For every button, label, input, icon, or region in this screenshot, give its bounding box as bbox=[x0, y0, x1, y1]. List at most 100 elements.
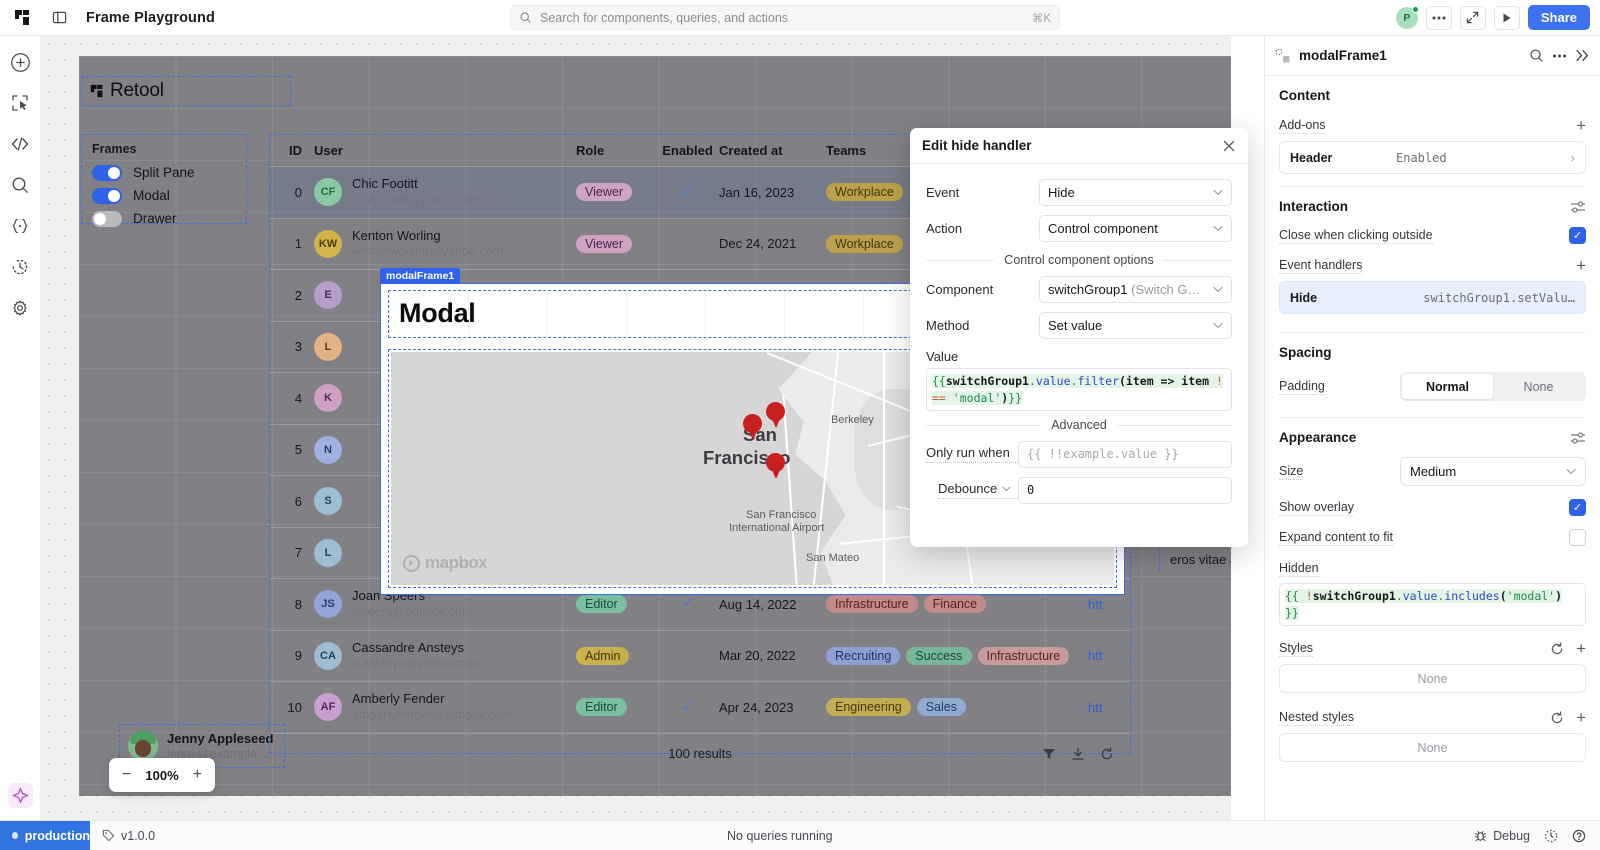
frames-switch-modal[interactable]: Modal bbox=[92, 184, 236, 207]
table-row[interactable]: 9 CA Cassandre Ansteys c.ansteys@yahoo.com A… bbox=[270, 631, 1130, 682]
addon-row-header[interactable]: Header Enabled › bbox=[1279, 141, 1586, 174]
select-tool-icon[interactable] bbox=[8, 91, 32, 115]
column-header-enabled[interactable]: Enabled bbox=[656, 143, 719, 158]
frames-switch-split-pane[interactable]: Split Pane bbox=[92, 161, 236, 184]
expand-content-checkbox[interactable] bbox=[1569, 529, 1586, 546]
toggle-panel-icon[interactable] bbox=[44, 10, 74, 25]
profile-name: Jenny Appleseed bbox=[167, 731, 274, 746]
size-select[interactable]: Medium bbox=[1400, 457, 1586, 486]
code-icon[interactable] bbox=[8, 132, 32, 156]
add-component-icon[interactable] bbox=[8, 50, 32, 74]
mapbox-attribution[interactable]: mapbox bbox=[403, 553, 488, 573]
cell-created-at: Mar 20, 2022 bbox=[719, 648, 796, 664]
map-pin[interactable] bbox=[743, 414, 762, 440]
switch-modal[interactable] bbox=[92, 187, 122, 204]
only-run-when-input[interactable]: {{ !!example.value }} bbox=[1018, 440, 1232, 468]
padding-option-none[interactable]: None bbox=[1493, 374, 1584, 399]
retool-logo-icon[interactable] bbox=[0, 9, 44, 26]
reset-icon[interactable] bbox=[1550, 642, 1564, 656]
cell-link[interactable]: htt bbox=[1088, 700, 1122, 715]
environment-badge[interactable]: production bbox=[0, 820, 90, 850]
column-header-id[interactable]: ID bbox=[278, 143, 314, 158]
more-icon[interactable] bbox=[1552, 54, 1567, 58]
left-rail bbox=[0, 36, 41, 820]
map-label: San Francisco bbox=[746, 509, 817, 521]
method-select[interactable]: Set value bbox=[1039, 311, 1232, 339]
cell-user: KW Kenton Worling kentonworling@yahoo.com bbox=[314, 228, 576, 260]
cell-user: CA Cassandre Ansteys c.ansteys@yahoo.com bbox=[314, 640, 576, 672]
section-content: Content bbox=[1279, 88, 1330, 103]
cell-id: 6 bbox=[294, 493, 302, 509]
search-icon[interactable] bbox=[1529, 48, 1544, 63]
chevron-down-icon bbox=[1213, 225, 1223, 231]
value-code-input[interactable]: {{switchGroup1.value.filter(item => item… bbox=[926, 368, 1232, 412]
cell-created-at: Apr 24, 2023 bbox=[719, 699, 794, 715]
close-outside-checkbox[interactable]: ✓ bbox=[1569, 227, 1586, 244]
debug-button[interactable]: Debug bbox=[1474, 829, 1530, 843]
frames-switch-drawer[interactable]: Drawer bbox=[92, 207, 236, 230]
debounce-input[interactable]: 0 bbox=[1018, 476, 1232, 504]
avatar[interactable]: P bbox=[1395, 5, 1419, 29]
team-badge: Workplace bbox=[826, 183, 903, 202]
map-pin[interactable] bbox=[766, 453, 785, 479]
sliders-icon[interactable] bbox=[1570, 431, 1586, 445]
role-badge: Admin bbox=[576, 646, 630, 665]
zoom-in-button[interactable]: + bbox=[193, 766, 202, 784]
reset-icon[interactable] bbox=[1550, 711, 1564, 725]
event-select[interactable]: Hide bbox=[1039, 178, 1232, 206]
column-header-created[interactable]: Created at bbox=[719, 143, 826, 158]
column-header-user[interactable]: User bbox=[314, 143, 576, 158]
switch-split-pane[interactable] bbox=[92, 164, 122, 181]
nested-styles-value[interactable]: None bbox=[1279, 733, 1586, 763]
sliders-icon[interactable] bbox=[1570, 200, 1586, 214]
app-header[interactable]: Retool bbox=[81, 76, 291, 106]
add-nested-style-button[interactable]: + bbox=[1576, 709, 1586, 726]
close-icon[interactable] bbox=[1222, 139, 1236, 153]
cell-link[interactable]: htt bbox=[1088, 648, 1122, 663]
state-icon[interactable] bbox=[8, 214, 32, 238]
version-badge[interactable]: v1.0.0 bbox=[102, 829, 155, 843]
search-input[interactable]: Search for components, queries, and acti… bbox=[510, 5, 1060, 30]
map-pin[interactable] bbox=[766, 402, 785, 428]
close-outside-label: Close when clicking outside bbox=[1279, 227, 1433, 244]
help-icon[interactable] bbox=[1572, 829, 1586, 843]
dialog-body: Event Hide Action Control component Cont… bbox=[910, 164, 1248, 508]
settings-icon[interactable] bbox=[8, 296, 32, 320]
padding-segmented-control[interactable]: Normal None bbox=[1400, 372, 1586, 401]
history-icon[interactable] bbox=[8, 255, 32, 279]
add-addon-button[interactable]: + bbox=[1576, 117, 1586, 134]
padding-option-normal[interactable]: Normal bbox=[1402, 374, 1493, 399]
zoom-control[interactable]: − 100% + bbox=[109, 758, 215, 792]
share-button[interactable]: Share bbox=[1527, 5, 1590, 30]
section-spacing: Spacing bbox=[1279, 345, 1332, 360]
add-event-handler-button[interactable]: + bbox=[1576, 257, 1586, 274]
action-select[interactable]: Control component bbox=[1039, 214, 1232, 242]
cell-user: CF Chic Footitt chic.footitt@yahoo.com bbox=[314, 176, 576, 208]
switch-drawer[interactable] bbox=[92, 210, 122, 227]
cell-link[interactable]: htt bbox=[1088, 597, 1122, 612]
cell-id: 4 bbox=[294, 390, 302, 406]
edit-handler-dialog[interactable]: Edit hide handler Event Hide Action Cont… bbox=[910, 128, 1248, 547]
field-event: Event Hide bbox=[926, 174, 1232, 210]
add-style-button[interactable]: + bbox=[1576, 640, 1586, 657]
search-icon[interactable] bbox=[8, 173, 32, 197]
cell-role: Editor bbox=[576, 595, 656, 614]
download-icon bbox=[1072, 747, 1084, 760]
column-header-role[interactable]: Role bbox=[576, 143, 656, 158]
ai-sparkle-icon[interactable] bbox=[8, 783, 33, 808]
role-badge: Viewer bbox=[576, 183, 632, 202]
show-overlay-checkbox[interactable]: ✓ bbox=[1569, 499, 1586, 516]
more-button[interactable] bbox=[1425, 5, 1452, 30]
zoom-out-button[interactable]: − bbox=[122, 766, 131, 784]
styles-value[interactable]: None bbox=[1279, 664, 1586, 694]
preview-button[interactable] bbox=[1493, 5, 1520, 30]
fullscreen-button[interactable] bbox=[1459, 5, 1486, 30]
event-handler-value: switchGroup1.setValu… bbox=[1423, 290, 1575, 305]
cell-created-at: Aug 14, 2022 bbox=[719, 596, 797, 612]
component-select[interactable]: switchGroup1 (Switch G… bbox=[1039, 275, 1232, 303]
collapse-right-icon[interactable] bbox=[1575, 49, 1590, 62]
hidden-code-input[interactable]: {{ !switchGroup1.value.includes('modal')… bbox=[1279, 583, 1586, 627]
history-icon[interactable] bbox=[1544, 829, 1558, 843]
event-handler-row[interactable]: Hide switchGroup1.setValu… bbox=[1279, 281, 1586, 314]
table-row[interactable]: 10 AF Amberly Fender amberlyfender@outlook.… bbox=[270, 682, 1130, 734]
